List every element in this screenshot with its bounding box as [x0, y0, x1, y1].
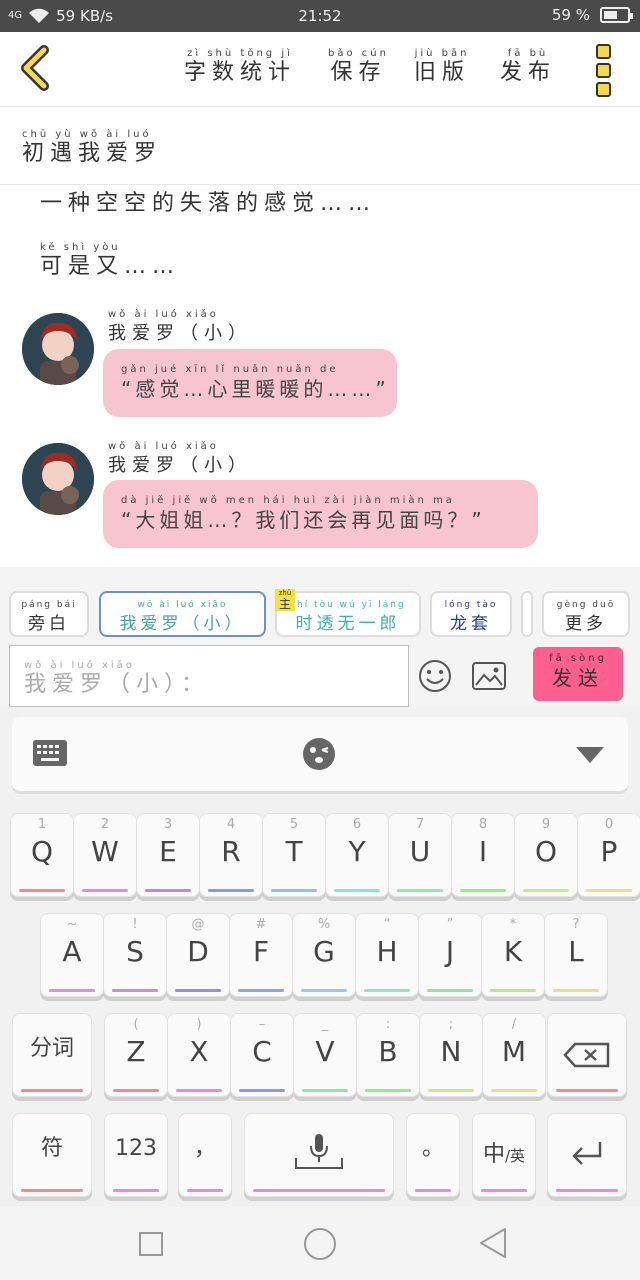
key-m[interactable]: / M [482, 1013, 546, 1097]
wink-emoji-icon[interactable] [302, 737, 336, 771]
character-avatar-icon [22, 313, 94, 385]
more-menu-icon[interactable] [596, 44, 616, 97]
key-c[interactable]: – C [230, 1013, 294, 1097]
message-input[interactable]: wǒ ài luó xiǎo 我爱罗（小）： [9, 645, 409, 707]
role-chip-muichiro[interactable]: zhǔ 主 shí tòu wú yī láng 时透无一郎 [275, 589, 421, 637]
more-roles-button[interactable]: gèng duō 更多 [542, 591, 630, 637]
home-icon[interactable] [303, 1227, 337, 1261]
key-r[interactable]: 4R [199, 813, 263, 897]
publish-button[interactable]: fā bù 发布 [500, 48, 556, 86]
send-button[interactable]: fā sòng 发送 [533, 647, 623, 701]
key-d[interactable]: @ D [166, 913, 230, 997]
key-b[interactable]: :B [356, 1013, 420, 1097]
key-o[interactable]: 9O [514, 813, 578, 897]
symbols-key[interactable]: 符 [12, 1113, 92, 1197]
status-bar: 4G 59 KB/s 21:52 59 % [0, 0, 640, 32]
character-avatar-icon [22, 443, 94, 515]
key-y[interactable]: 6Y [325, 813, 389, 897]
editor-header: zì shù tǒng jì 字数统计 bǎo cún 保存 jiù bǎn 旧… [0, 32, 640, 107]
narration-line: 一种空空的失落的感觉…… [40, 191, 377, 216]
key-x[interactable]: ) X [167, 1013, 231, 1097]
message-bubble[interactable]: dà jiě jiě wǒ men hái huì zài jiàn miàn … [103, 480, 538, 548]
message-bubble[interactable]: gǎn jué xīn lǐ nuǎn nuǎn de “感觉…心里暖暖的……” [103, 349, 397, 417]
key-l[interactable]: ? L [544, 913, 608, 997]
save-button[interactable]: bǎo cún 保存 [328, 48, 389, 86]
speaker-name: wǒ ài luó xiǎo 我爱罗（小） [108, 441, 252, 476]
key-v[interactable]: _ V [293, 1013, 357, 1097]
key-z[interactable]: (Z [104, 1013, 168, 1097]
microphone-icon [295, 1134, 343, 1169]
old-version-button[interactable]: jiù bǎn 旧版 [414, 48, 470, 86]
image-icon[interactable] [472, 662, 506, 690]
chat-area: 一种空空的失落的感觉…… kě shì yòu 可是又…… wǒ ài luó … [0, 185, 640, 567]
emoji-icon[interactable] [418, 659, 452, 693]
role-chip-gaara[interactable]: wǒ ài luó xiǎo 我爱罗（小） [99, 591, 266, 637]
back-arrow-icon[interactable] [18, 44, 58, 92]
key-k[interactable]: * K [481, 913, 545, 997]
numbers-key[interactable]: 123 [104, 1113, 168, 1197]
recent-apps-icon[interactable] [138, 1231, 164, 1257]
space-voice-key[interactable] [244, 1113, 394, 1197]
key-i[interactable]: 8I [451, 813, 515, 897]
role-chip-narration[interactable]: páng bái 旁白 [9, 591, 89, 637]
collapse-keyboard-icon[interactable] [576, 747, 604, 763]
backspace-key[interactable] [547, 1013, 627, 1097]
language-switch-key[interactable]: 中/英 [472, 1113, 536, 1197]
key-j[interactable]: ” J [418, 913, 482, 997]
key-q[interactable]: 1Q [10, 813, 74, 897]
role-chip-partial[interactable] [521, 591, 533, 637]
key-a[interactable]: ~ A [40, 913, 104, 997]
period-key[interactable]: 。 [406, 1113, 460, 1197]
key-s[interactable]: ! S [103, 913, 167, 997]
avatar[interactable] [22, 443, 94, 515]
battery-icon [600, 7, 633, 23]
avatar[interactable] [22, 313, 94, 385]
word-count-button[interactable]: zì shù tǒng jì 字数统计 [184, 48, 296, 86]
role-chip-extras[interactable]: lóng tào 龙套 [430, 591, 512, 637]
key-e[interactable]: 3E [136, 813, 200, 897]
role-selector: páng bái 旁白 wǒ ài luó xiǎo 我爱罗（小） zhǔ 主 … [0, 567, 640, 707]
key-f[interactable]: # F [229, 913, 293, 997]
key-n[interactable]: ; N [419, 1013, 483, 1097]
key-w[interactable]: 2W [73, 813, 137, 897]
backspace-icon [563, 1042, 610, 1068]
keyboard-toolbar [12, 717, 628, 791]
speaker-name: wǒ ài luó xiǎo 我爱罗（小） [108, 309, 252, 344]
key-h[interactable]: “H [355, 913, 419, 997]
soft-keyboard: 1Q2W3E4R5T6Y7U8I9O0P ~ A! S @ D # F% G “H” J * K? L … [0, 707, 640, 1207]
back-icon[interactable] [478, 1227, 508, 1259]
enter-icon [572, 1142, 602, 1165]
enter-key[interactable] [547, 1113, 627, 1197]
story-title-bar[interactable]: chū yù wǒ ài luó 初遇我爱罗 [0, 107, 640, 185]
narration-line: kě shì yòu 可是又…… [40, 242, 181, 279]
key-t[interactable]: 5T [262, 813, 326, 897]
key-p[interactable]: 0P [577, 813, 640, 897]
key-g[interactable]: % G [292, 913, 356, 997]
keyboard-switch-icon[interactable] [32, 739, 68, 767]
comma-key[interactable]: ， [178, 1113, 232, 1197]
story-title: 初遇我爱罗 [22, 141, 163, 166]
key-u[interactable]: 7U [388, 813, 452, 897]
clock: 21:52 [298, 7, 342, 25]
main-role-badge: zhǔ 主 [275, 589, 295, 611]
battery-percent: 59 % [551, 6, 590, 24]
word-split-key[interactable]: 分词 [12, 1013, 92, 1097]
system-nav-bar [0, 1207, 640, 1280]
